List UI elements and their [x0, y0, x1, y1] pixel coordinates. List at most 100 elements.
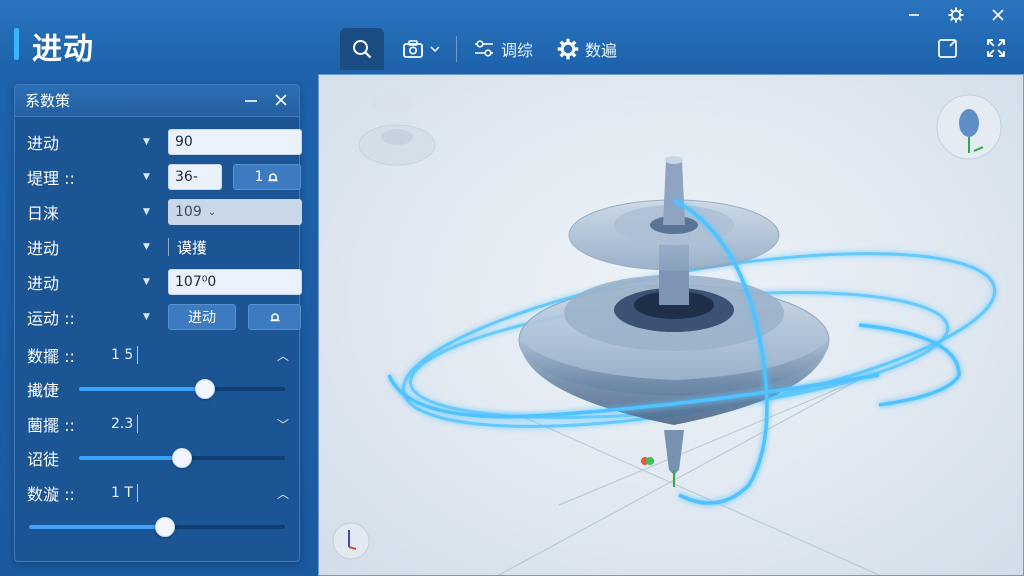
title-accent-bar: [14, 28, 19, 60]
chevron-down-icon[interactable]: ﹀: [277, 416, 289, 433]
param-row: 进动 ▼ 谟擭: [27, 233, 289, 261]
filter-label: 调综: [501, 41, 534, 60]
camera-button[interactable]: [384, 28, 452, 70]
param-group-header[interactable]: 数漩 :: 1 T ︿: [27, 479, 289, 507]
panel-header: 系数策: [15, 85, 299, 117]
param-icon-button[interactable]: [248, 304, 301, 330]
param-action-label: 1: [254, 169, 264, 185]
gear-icon: [557, 38, 579, 60]
caret-down-icon[interactable]: ▼: [143, 207, 150, 217]
text-cursor: [168, 238, 169, 256]
search-icon: [353, 40, 372, 59]
slider-row: 诏徒: [27, 444, 289, 472]
panel-minimize-button[interactable]: [241, 89, 261, 111]
group-label: 数擺 ::: [27, 347, 75, 366]
orientation-gizmo[interactable]: [936, 94, 1002, 160]
param-label: 进动: [27, 239, 60, 258]
slider[interactable]: [79, 378, 285, 400]
spinning-top-model: [518, 156, 830, 487]
param-input[interactable]: 36-: [168, 164, 222, 190]
close-icon: [992, 9, 1004, 21]
parameters-panel: 系数策 进动 ▼ 90 堤理 :: ▼ 36- 1 日涞 ▼ 109 ⌄ 进动 …: [14, 84, 302, 562]
filter-button[interactable]: 调综: [461, 28, 545, 70]
param-select[interactable]: 109 ⌄: [168, 199, 302, 225]
value-divider: [137, 415, 138, 433]
caret-down-icon[interactable]: ▼: [143, 312, 150, 322]
group-value: 1 5: [111, 347, 134, 363]
slider-label: 擮倢: [27, 381, 60, 400]
app-window: 进动 调综 数遍 系数策 进动 ▼ 90 堤理:: ▼ 36- 1 日涞 ▼ …: [0, 0, 1024, 576]
value-divider: [137, 346, 138, 364]
edit-button[interactable]: [934, 34, 962, 62]
gear-icon: [948, 7, 964, 23]
sliders-icon: [475, 40, 493, 57]
settings-window-button[interactable]: [942, 4, 970, 26]
param-label: 进动: [27, 134, 60, 153]
chevron-up-icon[interactable]: ︿: [277, 485, 289, 502]
minimize-icon: [245, 100, 257, 102]
param-row: 堤理 :: ▼ 36- 1: [27, 163, 301, 191]
param-row: 日涞 ▼ 109 ⌄: [27, 198, 302, 226]
slider-thumb[interactable]: [172, 448, 192, 468]
chevron-up-icon[interactable]: ︿: [277, 347, 289, 364]
settings-label: 数遍: [585, 41, 618, 60]
bell-icon: [270, 313, 279, 322]
close-button[interactable]: [984, 4, 1012, 26]
slider-row: [27, 513, 289, 541]
caret-down-icon[interactable]: ▼: [143, 242, 150, 252]
caret-down-icon[interactable]: ▼: [143, 172, 150, 182]
caret-down-icon[interactable]: ▼: [143, 277, 150, 287]
group-value: 1 T: [111, 485, 133, 501]
param-label: 进动: [27, 274, 60, 293]
edit-icon: [938, 39, 957, 58]
camera-icon: [403, 40, 423, 58]
minimize-button[interactable]: [900, 4, 928, 26]
param-input[interactable]: 90: [168, 129, 302, 155]
slider-fill: [79, 387, 205, 391]
param-value[interactable]: 谟擭: [177, 237, 207, 258]
value-divider: [137, 484, 138, 502]
param-row: 进动 ▼ 107⁰0: [27, 268, 302, 296]
app-title: 进动: [32, 32, 94, 67]
chevron-down-icon: ⌄: [207, 206, 217, 218]
param-group-header[interactable]: 数擺 :: 1 5 ︿: [27, 341, 289, 369]
settings-button[interactable]: 数遍: [545, 28, 629, 70]
param-label: 运动 ::: [27, 309, 75, 328]
group-label: 蔨擺 ::: [27, 416, 75, 435]
param-action-button[interactable]: 1: [233, 164, 301, 190]
fullscreen-button[interactable]: [982, 34, 1010, 62]
slider-thumb[interactable]: [194, 379, 215, 399]
slider-row: 擮倢: [27, 375, 289, 403]
param-group-header[interactable]: 蔨擺 :: 2.3 ﹀: [27, 410, 289, 438]
group-value: 2.3: [111, 416, 134, 432]
slider-fill: [79, 456, 182, 460]
spinning-top-scene: [332, 93, 1002, 575]
toolbar-divider: [456, 36, 457, 62]
minimize-icon: [909, 14, 919, 16]
slider[interactable]: [29, 516, 285, 538]
search-button[interactable]: [340, 28, 384, 70]
panel-close-button[interactable]: [271, 89, 291, 111]
param-select-value: 109: [175, 204, 202, 220]
param-input[interactable]: 107⁰0: [168, 269, 302, 295]
slider-thumb[interactable]: [154, 517, 175, 537]
3d-viewport[interactable]: [318, 74, 1024, 576]
bell-icon: [268, 173, 278, 182]
slider[interactable]: [79, 447, 285, 469]
slider-fill: [29, 525, 165, 529]
window-controls: [900, 4, 1012, 26]
param-label: 堤理 ::: [27, 169, 75, 188]
caret-down-icon[interactable]: ▼: [143, 137, 150, 147]
axis-widget: [332, 522, 370, 560]
close-icon: [275, 94, 287, 106]
panel-controls: [241, 89, 291, 111]
param-button[interactable]: 进动: [168, 304, 236, 330]
param-row: 进动 ▼ 90: [27, 128, 302, 156]
group-label: 数漩 ::: [27, 485, 75, 504]
slider-label: 诏徒: [27, 450, 60, 469]
fullscreen-icon: [987, 39, 1005, 57]
header: 进动 调综 数遍: [0, 0, 1024, 70]
ghost-top-icon: [358, 93, 436, 166]
toolbar: 调综 数遍: [340, 28, 629, 70]
toolbar-right: [934, 34, 1010, 62]
